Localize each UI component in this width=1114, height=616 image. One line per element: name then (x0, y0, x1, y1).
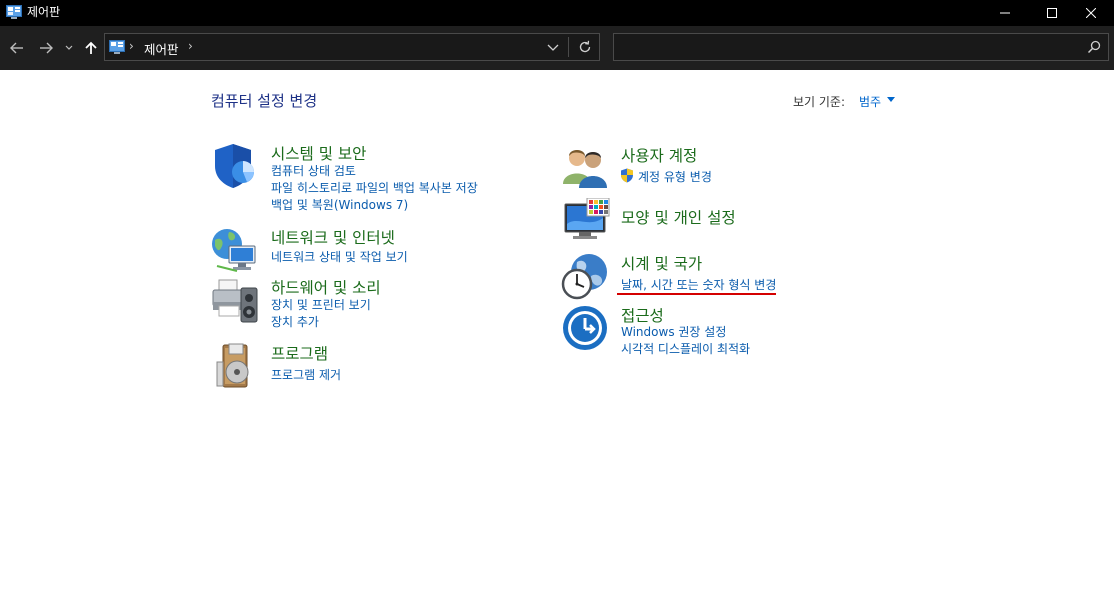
view-by-label: 보기 기준: (793, 95, 846, 109)
highlight-underline (617, 293, 776, 295)
link-file-history-backup[interactable]: 파일 히스토리로 파일의 백업 복사본 저장 (271, 179, 478, 196)
page-title: 컴퓨터 설정 변경 (211, 92, 318, 110)
refresh-icon[interactable] (577, 39, 593, 55)
clock-globe-icon[interactable] (561, 252, 609, 300)
window-title: 제어판 (27, 5, 61, 19)
chevron-down-icon (65, 45, 73, 50)
arrow-up-icon (85, 41, 97, 54)
divider (568, 37, 569, 57)
back-button[interactable] (7, 38, 27, 58)
search-icon[interactable] (1086, 39, 1102, 55)
minimize-button[interactable] (982, 0, 1028, 26)
link-backup-restore[interactable]: 백업 및 복원(Windows 7) (271, 196, 408, 213)
minimize-icon (1000, 12, 1010, 14)
category-hardware-sound: 하드웨어 및 소리 장치 및 프린터 보기 장치 추가 (211, 276, 541, 332)
recent-locations-button[interactable] (62, 38, 76, 58)
close-button[interactable] (1068, 0, 1114, 26)
link-devices-printers[interactable]: 장치 및 프린터 보기 (271, 296, 371, 313)
breadcrumb-control-panel[interactable]: 제어판 (144, 39, 179, 58)
category-network-internet: 네트워크 및 인터넷 네트워크 상태 및 작업 보기 (211, 226, 541, 272)
title-bar: 제어판 (0, 0, 1114, 26)
category-title[interactable]: 사용자 계정 (621, 144, 697, 166)
link-uninstall-program[interactable]: 프로그램 제거 (271, 366, 341, 383)
programs-icon[interactable] (211, 342, 259, 390)
link-add-device[interactable]: 장치 추가 (271, 313, 319, 330)
category-title[interactable]: 시스템 및 보안 (271, 142, 366, 164)
network-globe-icon[interactable] (211, 226, 259, 274)
uac-shield-icon (621, 168, 633, 183)
address-bar[interactable]: › 제어판 › (104, 33, 600, 61)
link-review-computer-status[interactable]: 컴퓨터 상태 검토 (271, 162, 356, 179)
category-title[interactable]: 시계 및 국가 (621, 252, 702, 274)
printer-speaker-icon[interactable] (211, 276, 259, 324)
category-title[interactable]: 네트워크 및 인터넷 (271, 226, 395, 248)
control-panel-window: 제어판 › 제어판 › 컴퓨터 설정 변경 보기 기준: 범주 시스템 및 보안… (0, 0, 1114, 616)
users-icon[interactable] (561, 144, 609, 192)
view-by-dropdown[interactable]: 범주 (859, 93, 881, 110)
monitor-palette-icon[interactable] (563, 198, 611, 246)
link-change-date-time-format[interactable]: 날짜, 시간 또는 숫자 형식 변경 (621, 276, 776, 293)
content-area: 컴퓨터 설정 변경 보기 기준: 범주 시스템 및 보안 컴퓨터 상태 검토 파… (0, 70, 1114, 616)
chevron-down-icon[interactable] (545, 39, 561, 55)
link-windows-recommended-settings[interactable]: Windows 권장 설정 (621, 323, 726, 340)
category-appearance-personalization: 모양 및 개인 설정 (563, 198, 893, 246)
forward-button[interactable] (36, 38, 56, 58)
arrow-left-icon (10, 42, 23, 54)
category-user-accounts: 사용자 계정 계정 유형 변경 (561, 144, 891, 188)
link-change-account-type[interactable]: 계정 유형 변경 (638, 168, 712, 185)
link-optimize-visual-display[interactable]: 시각적 디스플레이 최적화 (621, 340, 750, 357)
category-title[interactable]: 하드웨어 및 소리 (271, 276, 381, 298)
category-title[interactable]: 모양 및 개인 설정 (621, 206, 736, 228)
category-title[interactable]: 프로그램 (271, 342, 328, 364)
control-panel-icon (109, 40, 125, 54)
category-ease-of-access: 접근성 Windows 권장 설정 시각적 디스플레이 최적화 (561, 304, 891, 356)
category-programs: 프로그램 프로그램 제거 (211, 342, 541, 390)
search-input[interactable] (613, 33, 1109, 61)
link-network-status[interactable]: 네트워크 상태 및 작업 보기 (271, 248, 408, 265)
navigation-bar: › 제어판 › (0, 26, 1114, 70)
control-panel-icon (6, 5, 22, 19)
arrow-right-icon (40, 42, 53, 54)
up-button[interactable] (81, 38, 101, 58)
close-icon (1086, 8, 1096, 18)
breadcrumb-separator[interactable]: › (129, 39, 134, 53)
breadcrumb-separator[interactable]: › (188, 39, 193, 53)
shield-icon[interactable] (211, 142, 259, 190)
maximize-icon (1047, 8, 1057, 18)
category-system-security: 시스템 및 보안 컴퓨터 상태 검토 파일 히스토리로 파일의 백업 복사본 저… (211, 142, 541, 214)
ease-of-access-icon[interactable] (561, 304, 609, 352)
chevron-down-icon[interactable] (887, 97, 895, 102)
